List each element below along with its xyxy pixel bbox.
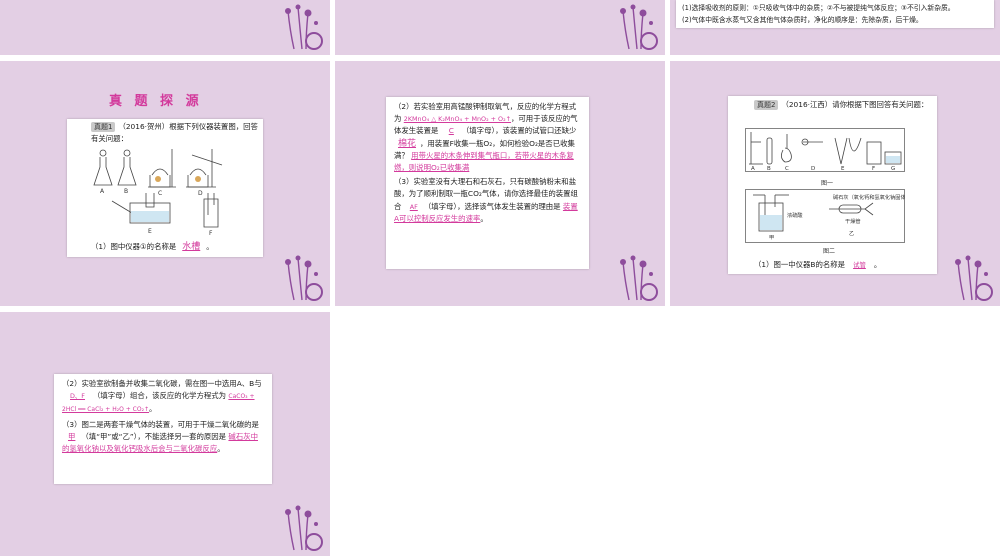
q2b-answer-1: D、F bbox=[70, 392, 85, 401]
floral-decoration-icon bbox=[620, 255, 658, 301]
fig1-label-A: A bbox=[751, 166, 755, 172]
figure-1: A B C D E F G bbox=[745, 128, 905, 172]
q3b-block: （3）图二是两套干燥气体的装置，可用于干燥二氧化碳的是 甲 （填“甲”或“乙”），… bbox=[62, 419, 264, 456]
q1b-prefix: （1）图一中仪器B的名称是 bbox=[754, 260, 846, 269]
fig1-label-G: G bbox=[891, 166, 895, 172]
q3b-text-b: （填“甲”或“乙”），不能选择另一套的原因是 bbox=[81, 431, 227, 441]
question-1b: （1）图一中仪器B的名称是 试管。 bbox=[754, 259, 934, 271]
slide-5: （2）若实验室用高锰酸钾制取氧气，反应的化学方程式为 2KMnO₄ △ K₂Mn… bbox=[335, 61, 665, 306]
fig1-label-B: B bbox=[767, 166, 771, 172]
label-A: A bbox=[100, 188, 105, 195]
q2b-block: （2）实验室欲制备并收集二氧化碳，需在图一中选用A、B与 D、F （填字母）组合，… bbox=[62, 378, 264, 417]
q2-text-c: （填字母），该装置的试管口还缺少 bbox=[461, 126, 577, 136]
slide-2 bbox=[335, 0, 665, 55]
q1b-answer: 试管 bbox=[853, 261, 866, 269]
floral-decoration-icon bbox=[285, 4, 323, 50]
fig1-label-D: D bbox=[811, 166, 815, 172]
fig1-label-F: F bbox=[872, 166, 875, 172]
label-C: C bbox=[158, 190, 162, 197]
intro-text: （2016·贺州）根据下列仪器装置图，回答有关问题： bbox=[91, 122, 258, 144]
q1-answer: 水槽 bbox=[182, 242, 201, 252]
fig1-label-C: C bbox=[785, 166, 789, 172]
figure-2: 浓硫酸 碱石灰（氧化钙和氢氧化钠固体） 干燥管 甲 乙 bbox=[745, 189, 905, 243]
question-card-3: 真题2（2016·江西）请你根据下图回答有关问题： A B C D E F G bbox=[728, 96, 937, 274]
slide-1 bbox=[0, 0, 330, 55]
fig2-tube-label: 干燥管 bbox=[845, 217, 861, 225]
fig1-label-E: E bbox=[841, 166, 845, 172]
note-line-1: (1)选择吸收剂的原则：①只吸收气体中的杂质；②不与被提纯气体反应；③不引入新杂… bbox=[682, 4, 955, 12]
q3-answer-1: AF bbox=[409, 202, 418, 211]
apparatus-figure: A B C D E F bbox=[93, 149, 223, 237]
intro-text-2: （2016·江西）请你根据下图回答有关问题： bbox=[781, 100, 929, 109]
q2b-text-b: （填字母）组合，该反应的化学方程式为 bbox=[93, 391, 227, 401]
fig2-right-label: 碱石灰（氧化钙和氢氧化钠固体） bbox=[833, 193, 905, 201]
figure-2-caption: 图二 bbox=[823, 248, 836, 255]
note-card: (1)选择吸收剂的原则：①只吸收气体中的杂质；②不与被提纯气体反应；③不引入新杂… bbox=[676, 0, 994, 28]
slide-6: 真题2（2016·江西）请你根据下图回答有关问题： A B C D E F G bbox=[670, 61, 1000, 306]
section-heading: 真 题 探 源 bbox=[109, 94, 203, 109]
figure-1-caption: 图一 bbox=[821, 180, 834, 187]
fig2-yi-label: 乙 bbox=[849, 230, 854, 237]
question-1: （1）图中仪器①的名称是 水槽。 bbox=[91, 241, 261, 253]
q2b-text-a: （2）实验室欲制备并收集二氧化碳，需在图一中选用A、B与 bbox=[62, 379, 262, 388]
q1b-suffix: 。 bbox=[873, 260, 882, 269]
label-D: D bbox=[198, 190, 203, 197]
q3b-answer-1: 甲 bbox=[68, 431, 76, 441]
note-line-2: (2)气体中既含水蒸气又含其他气体杂质时，净化的顺序是：先除杂质，后干燥。 bbox=[682, 16, 923, 24]
label-B: B bbox=[124, 188, 128, 195]
fig2-left-label: 浓硫酸 bbox=[787, 211, 803, 219]
q1-suffix: 。 bbox=[206, 242, 214, 251]
q2-answer-2: 棉花 bbox=[398, 138, 417, 149]
label-E: E bbox=[148, 228, 152, 235]
question-card-1: 真题1 （2016·贺州）根据下列仪器装置图，回答有关问题： A B C D E… bbox=[67, 119, 263, 257]
fig2-jia-label: 甲 bbox=[769, 234, 774, 241]
question-intro-2: 真题2 （2016·江西）请你根据下图回答有关问题： bbox=[754, 99, 934, 111]
q3-block: （3）实验室没有大理石和石灰石，只有碳酸钠粉末和盐酸，为了顺利制取一瓶CO₂气体… bbox=[394, 176, 581, 225]
slide-4: 真 题 探 源 真题1 （2016·贺州）根据下列仪器装置图，回答有关问题： A… bbox=[0, 61, 330, 306]
q3-text-b: （填字母），选择该气体发生装置的理由是 bbox=[423, 201, 561, 211]
floral-decoration-icon bbox=[955, 255, 993, 301]
label-F: F bbox=[209, 230, 213, 237]
q2b-text-c: 。 bbox=[149, 404, 157, 414]
q2-block: （2）若实验室用高锰酸钾制取氧气，反应的化学方程式为 2KMnO₄ △ K₂Mn… bbox=[394, 101, 581, 174]
question-badge: 真题1 bbox=[91, 122, 116, 132]
slide-3: (1)选择吸收剂的原则：①只吸收气体中的杂质；②不与被提纯气体反应；③不引入新杂… bbox=[670, 0, 1000, 55]
q2-answer-3: 用带火星的木条伸到集气瓶口，若带火星的木条复燃，则说明O₂已收集满 bbox=[394, 150, 574, 173]
floral-decoration-icon bbox=[620, 4, 658, 50]
q2-equation: 2KMnO₄ △ K₂MnO₄ + MnO₂ + O₂↑ bbox=[403, 115, 512, 124]
q3b-text-a: （3）图二是两套干燥气体的装置，可用于干燥二氧化碳的是 bbox=[62, 419, 259, 429]
floral-decoration-icon bbox=[285, 505, 323, 551]
q1-prefix: （1）图中仪器①的名称是 bbox=[91, 242, 177, 251]
q3b-text-c: 。 bbox=[217, 444, 225, 454]
floral-decoration-icon bbox=[285, 255, 323, 301]
q3-text-c: 。 bbox=[480, 213, 488, 223]
question-card-4: （2）实验室欲制备并收集二氧化碳，需在图一中选用A、B与 D、F （填字母）组合，… bbox=[54, 374, 272, 484]
q2-answer-1: C bbox=[448, 126, 454, 136]
question-card-2: （2）若实验室用高锰酸钾制取氧气，反应的化学方程式为 2KMnO₄ △ K₂Mn… bbox=[386, 97, 589, 269]
question-badge-2: 真题2 bbox=[754, 100, 779, 110]
slide-7: （2）实验室欲制备并收集二氧化碳，需在图一中选用A、B与 D、F （填字母）组合，… bbox=[0, 312, 330, 556]
question-intro: 真题1 （2016·贺州）根据下列仪器装置图，回答有关问题： bbox=[91, 121, 259, 145]
